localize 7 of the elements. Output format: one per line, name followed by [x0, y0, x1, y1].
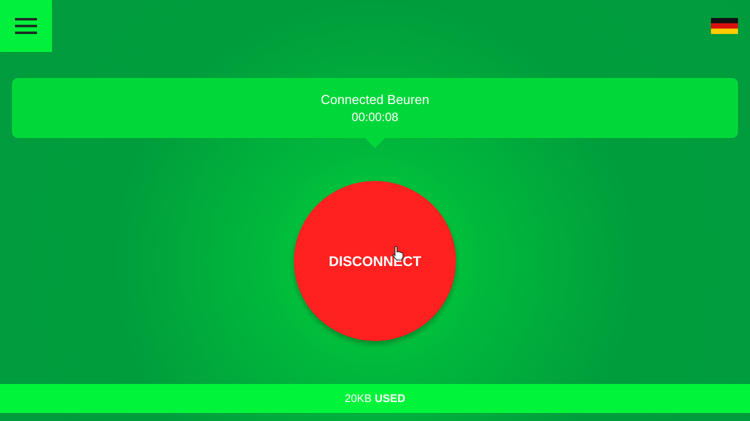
connection-status: Connected Beuren [320, 92, 430, 107]
menu-button[interactable] [0, 0, 52, 52]
connection-timer: 00:00:08 [352, 110, 398, 124]
menu-icon [15, 18, 37, 34]
flag-icon[interactable] [711, 18, 738, 34]
disconnect-button[interactable]: DISCONNECT [294, 181, 456, 341]
usage-text: 20KB USED [344, 392, 406, 404]
